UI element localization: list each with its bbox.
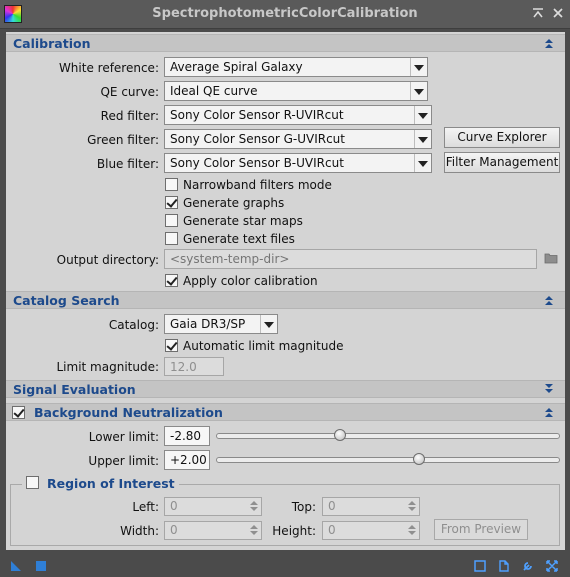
white-reference-value: Average Spiral Galaxy [170, 60, 303, 74]
roi-left-label: Left: [132, 500, 159, 514]
roi-width-label: Width: [120, 524, 159, 538]
lower-limit-field[interactable]: -2.80 [164, 426, 210, 446]
section-catalog-search[interactable]: Catalog Search [6, 291, 565, 309]
documentation-icon[interactable] [498, 560, 510, 572]
blue-filter-label: Blue filter: [96, 157, 159, 171]
spin-down-icon[interactable] [406, 530, 418, 538]
region-of-interest-checkbox[interactable] [26, 476, 39, 489]
upper-limit-label: Upper limit: [88, 454, 159, 468]
red-filter-select[interactable]: Sony Color Sensor R-UVIRcut [164, 105, 432, 125]
narrowband-checkbox[interactable] [165, 178, 178, 191]
double-chevron-up-icon[interactable] [543, 406, 555, 419]
settings-wrench-icon[interactable] [522, 560, 534, 572]
upper-limit-field[interactable]: +2.00 [164, 450, 210, 470]
section-title: Calibration [13, 36, 91, 51]
roi-top-field[interactable]: 0 [322, 497, 420, 516]
qe-curve-value: Ideal QE curve [170, 84, 258, 98]
process-panel: Calibration White reference: Average Spi… [6, 32, 565, 550]
window-title: SpectrophotometricColorCalibration [152, 6, 418, 21]
apply-color-calibration-label: Apply color calibration [183, 274, 318, 288]
automatic-limit-magnitude-checkbox[interactable] [165, 339, 178, 352]
generate-star-maps-checkbox[interactable] [165, 214, 178, 227]
curve-explorer-button[interactable]: Curve Explorer [444, 127, 560, 148]
region-of-interest-header: Region of Interest [22, 475, 179, 491]
process-window: SpectrophotometricColorCalibration Calib… [0, 0, 570, 577]
output-directory-field[interactable] [164, 249, 537, 269]
roi-left-value: 0 [170, 499, 178, 513]
red-filter-label: Red filter: [100, 109, 159, 123]
output-directory-label: Output directory: [56, 253, 159, 267]
roi-height-field[interactable]: 0 [322, 521, 420, 540]
slider-handle[interactable] [412, 453, 425, 465]
chevron-down-icon [414, 130, 431, 148]
upper-limit-slider[interactable] [216, 453, 560, 465]
spin-down-icon[interactable] [406, 506, 418, 514]
generate-star-maps-label: Generate star maps [183, 214, 303, 228]
generate-text-files-checkbox[interactable] [165, 232, 178, 245]
chevron-down-icon [414, 154, 431, 172]
catalog-select[interactable]: Gaia DR3/SP [164, 314, 278, 334]
roi-height-value: 0 [328, 523, 336, 537]
double-chevron-up-icon[interactable] [543, 294, 555, 307]
reset-icon[interactable] [546, 560, 558, 572]
green-filter-value: Sony Color Sensor G-UVIRcut [170, 132, 345, 146]
white-reference-select[interactable]: Average Spiral Galaxy [164, 57, 428, 77]
catalog-label: Catalog: [108, 318, 159, 332]
apply-color-calibration-checkbox[interactable] [165, 274, 178, 287]
generate-text-files-label: Generate text files [183, 232, 295, 246]
roi-width-field[interactable]: 0 [164, 521, 262, 540]
double-chevron-up-icon[interactable] [543, 37, 555, 50]
chevron-down-icon [260, 315, 277, 333]
double-chevron-down-icon[interactable] [543, 383, 555, 396]
background-neutralization-checkbox[interactable] [12, 406, 25, 419]
slider-handle[interactable] [334, 429, 347, 441]
qe-curve-label: QE curve: [100, 85, 159, 99]
red-filter-value: Sony Color Sensor R-UVIRcut [170, 108, 344, 122]
section-title: Catalog Search [13, 293, 120, 308]
qe-curve-select[interactable]: Ideal QE curve [164, 81, 428, 101]
chevron-down-icon [410, 58, 427, 76]
close-icon[interactable] [550, 5, 566, 21]
filter-management-button[interactable]: Filter Management [444, 152, 560, 173]
folder-icon[interactable] [544, 252, 558, 264]
lower-limit-slider[interactable] [216, 429, 560, 441]
generate-graphs-label: Generate graphs [183, 196, 285, 210]
preview-icon[interactable] [474, 560, 486, 572]
roi-top-value: 0 [328, 499, 336, 513]
blue-filter-select[interactable]: Sony Color Sensor B-UVIRcut [164, 153, 432, 173]
lower-limit-label: Lower limit: [88, 430, 159, 444]
limit-magnitude-label: Limit magnitude: [56, 360, 159, 374]
automatic-limit-magnitude-label: Automatic limit magnitude [183, 339, 344, 353]
region-of-interest-title: Region of Interest [47, 476, 175, 491]
new-instance-icon[interactable] [10, 560, 22, 572]
roi-left-field[interactable]: 0 [164, 497, 262, 516]
roi-width-value: 0 [170, 523, 178, 537]
section-signal-evaluation[interactable]: Signal Evaluation [6, 380, 565, 398]
generate-graphs-checkbox[interactable] [165, 196, 178, 209]
limit-magnitude-field[interactable]: 12.0 [164, 357, 224, 376]
roi-top-label: Top: [291, 500, 316, 514]
green-filter-select[interactable]: Sony Color Sensor G-UVIRcut [164, 129, 432, 149]
title-bar[interactable]: SpectrophotometricColorCalibration [0, 0, 570, 29]
process-toolbar [0, 553, 570, 577]
chevron-down-icon [410, 82, 427, 100]
white-reference-label: White reference: [58, 61, 159, 75]
apply-global-icon[interactable] [35, 560, 47, 572]
shade-icon[interactable] [530, 5, 546, 21]
blue-filter-value: Sony Color Sensor B-UVIRcut [170, 156, 344, 170]
catalog-value: Gaia DR3/SP [170, 317, 246, 331]
section-title: Background Neutralization [34, 405, 223, 420]
narrowband-label: Narrowband filters mode [183, 178, 332, 192]
roi-height-label: Height: [272, 524, 316, 538]
section-title: Signal Evaluation [13, 382, 136, 397]
from-preview-button[interactable]: From Preview [434, 519, 528, 540]
section-background-neutralization[interactable]: Background Neutralization [6, 403, 565, 421]
section-calibration[interactable]: Calibration [6, 34, 565, 52]
green-filter-label: Green filter: [87, 133, 159, 147]
chevron-down-icon [414, 106, 431, 124]
